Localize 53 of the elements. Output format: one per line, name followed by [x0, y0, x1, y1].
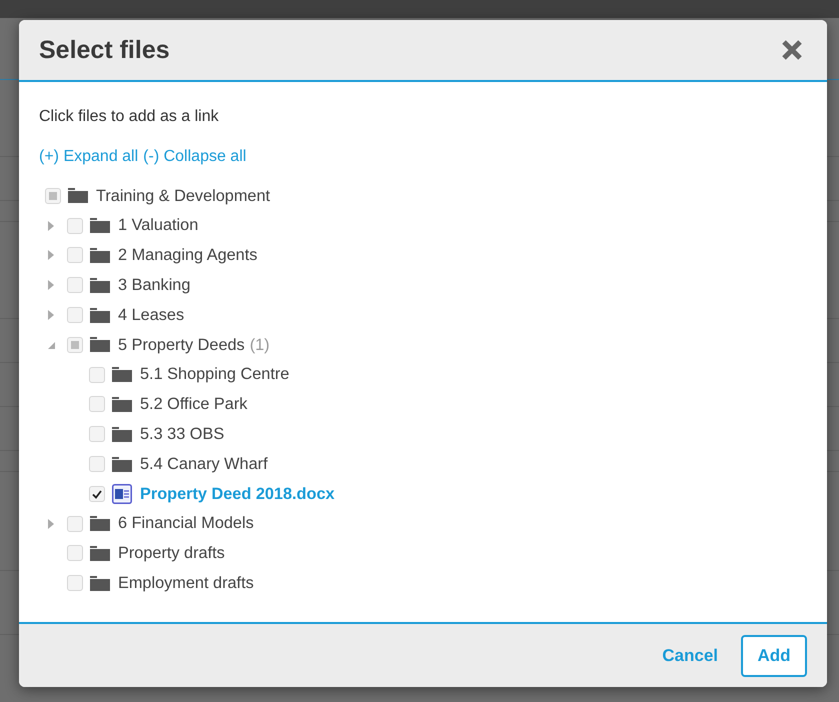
checkbox[interactable] — [67, 516, 83, 532]
folder-name[interactable]: Training & Development — [96, 184, 270, 208]
checkbox[interactable] — [67, 277, 83, 294]
checkbox[interactable] — [89, 426, 105, 442]
item-count: (1) — [250, 334, 270, 356]
folder-icon — [112, 396, 132, 412]
folder-icon — [90, 218, 110, 234]
folder-icon — [90, 576, 110, 591]
folder-name[interactable]: 2 Managing Agents — [118, 243, 258, 268]
caret-icon[interactable] — [48, 280, 55, 290]
folder-name[interactable]: 5.3 33 OBS — [140, 422, 224, 446]
caret-icon[interactable] — [48, 340, 55, 350]
caret-icon[interactable] — [48, 250, 55, 260]
document-icon — [112, 484, 132, 504]
checkbox[interactable] — [67, 307, 83, 324]
folder-name[interactable]: Property drafts — [118, 541, 225, 566]
folder-icon — [112, 426, 132, 442]
folder-icon — [90, 516, 110, 532]
folder-name[interactable]: 5.2 Office Park — [140, 392, 248, 417]
checkbox[interactable] — [67, 218, 83, 234]
folder-name[interactable]: 5 Property Deeds — [118, 332, 245, 358]
caret-icon[interactable] — [48, 310, 55, 320]
folder-icon — [90, 546, 110, 561]
checkbox[interactable] — [45, 188, 61, 204]
checkbox[interactable] — [89, 366, 105, 383]
checkbox[interactable] — [67, 545, 83, 562]
folder-icon — [112, 367, 132, 382]
folder-name[interactable]: 4 Leases — [118, 302, 184, 328]
folder-icon — [68, 188, 88, 204]
folder-name[interactable]: Employment drafts — [118, 571, 254, 596]
close-button[interactable] — [781, 39, 803, 61]
caret-icon[interactable] — [48, 220, 55, 231]
folder-icon — [90, 278, 110, 293]
checkmark-icon — [92, 490, 102, 499]
folder-icon — [90, 308, 110, 323]
folder-icon — [90, 337, 110, 352]
folder-name[interactable]: 5.4 Canary Wharf — [140, 452, 268, 476]
folder-name[interactable]: 5.1 Shopping Centre — [140, 362, 290, 387]
checkbox[interactable] — [67, 575, 83, 592]
checkbox[interactable] — [89, 396, 105, 412]
folder-name[interactable]: 1 Valuation — [118, 213, 198, 238]
checkbox[interactable] — [67, 336, 83, 353]
instruction-text: Click files to add as a link — [39, 107, 220, 127]
close-icon — [781, 39, 803, 61]
folder-name[interactable]: 3 Banking — [118, 273, 190, 298]
dialog-title: Select files — [39, 35, 170, 65]
checkbox[interactable] — [89, 486, 105, 502]
checkbox[interactable] — [67, 247, 83, 264]
folder-name[interactable]: 6 Financial Models — [118, 511, 254, 536]
caret-icon[interactable] — [48, 518, 55, 529]
folder-icon — [90, 248, 110, 263]
checkbox[interactable] — [89, 456, 105, 472]
folder-icon — [112, 456, 132, 472]
